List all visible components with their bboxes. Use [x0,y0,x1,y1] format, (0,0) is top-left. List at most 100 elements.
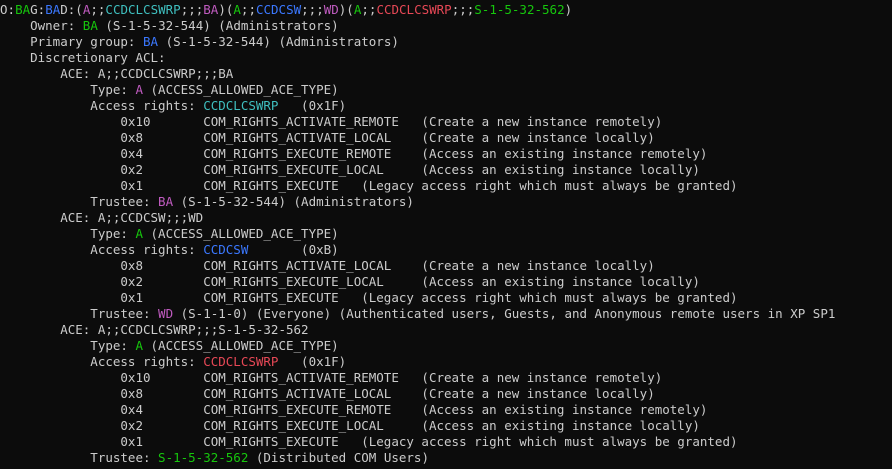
terminal-line: 0x8 COM_RIGHTS_ACTIVATE_LOCAL (Create a … [0,386,892,402]
terminal-text-segment: (ACCESS_ALLOWED_ACE_TYPE) [143,338,339,353]
terminal-output[interactable]: O:BAG:BAD:(A;;CCDCLCSWRP;;;BA)(A;;CCDCSW… [0,0,892,469]
terminal-text-segment: BA [15,2,31,17]
terminal-line: 0x1 COM_RIGHTS_EXECUTE (Legacy access ri… [0,178,892,194]
terminal-line: Type: A (ACCESS_ALLOWED_ACE_TYPE) [0,226,892,242]
terminal-text-segment: ACE: A;;CCDCSW;;;WD [0,210,204,225]
terminal-line: 0x10 COM_RIGHTS_ACTIVATE_REMOTE (Create … [0,370,892,386]
terminal-text-segment: ;;; [180,2,204,17]
terminal-text-segment: BA [143,34,159,49]
terminal-text-segment: (0x1F) [278,354,347,369]
terminal-text-segment: A [135,226,143,241]
terminal-text-segment: 0x8 COM_RIGHTS_ACTIVATE_LOCAL (Create a … [0,258,655,273]
terminal-text-segment: Access rights: [0,242,204,257]
terminal-text-segment: ;;; [451,2,475,17]
terminal-text-segment: (ACCESS_ALLOWED_ACE_TYPE) [143,82,339,97]
terminal-text-segment: Trustee: [0,194,159,209]
terminal-line: Access rights: CCDCLCSWRP (0x1F) [0,354,892,370]
terminal-text-segment: )( [218,2,234,17]
terminal-text-segment: (S-1-5-32-544) (Administrators) [173,194,414,209]
terminal-line: Access rights: CCDCSW (0xB) [0,242,892,258]
terminal-line: ACE: A;;CCDCSW;;;WD [0,210,892,226]
terminal-text-segment: CCDCSW [203,242,249,257]
terminal-text-segment: BA [158,194,174,209]
terminal-text-segment: WD [158,306,174,321]
terminal-text-segment: ;; [90,2,106,17]
terminal-text-segment: 0x1 COM_RIGHTS_EXECUTE (Legacy access ri… [0,434,738,449]
terminal-text-segment: G: [30,2,46,17]
terminal-text-segment: Discretionary ACL: [0,50,166,65]
terminal-text-segment: Type: [0,226,136,241]
terminal-line: Trustee: S-1-5-32-562 (Distributed COM U… [0,450,892,466]
terminal-text-segment: ;;; [301,2,324,17]
terminal-text-segment: A [135,338,143,353]
terminal-text-segment: Owner: [0,18,83,33]
terminal-line: 0x2 COM_RIGHTS_EXECUTE_LOCAL (Access an … [0,418,892,434]
terminal-text-segment: Type: [0,82,136,97]
terminal-text-segment: 0x4 COM_RIGHTS_EXECUTE_REMOTE (Access an… [0,146,708,161]
terminal-text-segment: S-1-5-32-562 [158,450,249,465]
terminal-line: Owner: BA (S-1-5-32-544) (Administrators… [0,18,892,34]
terminal-text-segment: 0x8 COM_RIGHTS_ACTIVATE_LOCAL (Create a … [0,130,655,145]
terminal-text-segment: (S-1-5-32-544) (Administrators) [158,34,399,49]
terminal-line: Discretionary ACL: [0,50,892,66]
terminal-line: Trustee: WD (S-1-1-0) (Everyone) (Authen… [0,306,892,322]
terminal-text-segment: BA [45,2,61,17]
terminal-text-segment: (0x1F) [278,98,347,113]
terminal-text-segment: ;; [240,2,256,17]
terminal-text-segment: (Distributed COM Users) [248,450,429,465]
terminal-text-segment: Primary group: [0,34,143,49]
terminal-text-segment: ACE: A;;CCDCLCSWRP;;;BA [0,66,234,81]
terminal-text-segment: 0x2 COM_RIGHTS_EXECUTE_LOCAL (Access an … [0,162,700,177]
terminal-text-segment: BA [203,2,219,17]
terminal-text-segment: WD [323,2,339,17]
terminal-text-segment: Type: [0,338,136,353]
terminal-text-segment: CCDCLCSWRP [105,2,181,17]
terminal-text-segment: Access rights: [0,98,204,113]
terminal-line: O:BAG:BAD:(A;;CCDCLCSWRP;;;BA)(A;;CCDCSW… [0,2,892,18]
terminal-text-segment: Access rights: [0,354,204,369]
terminal-text-segment: 0x1 COM_RIGHTS_EXECUTE (Legacy access ri… [0,290,738,305]
terminal-text-segment: ACE: A;;CCDCLCSWRP;;;S-1-5-32-562 [0,322,309,337]
terminal-text-segment: ) [564,2,573,17]
terminal-line: 0x10 COM_RIGHTS_ACTIVATE_REMOTE (Create … [0,114,892,130]
terminal-text-segment: CCDCSW [255,2,302,17]
terminal-text-segment: CCDCLCSWRP [376,2,452,17]
terminal-text-segment: CCDCLCSWRP [203,354,279,369]
terminal-text-segment: 0x2 COM_RIGHTS_EXECUTE_LOCAL (Access an … [0,274,700,289]
terminal-line: 0x8 COM_RIGHTS_ACTIVATE_LOCAL (Create a … [0,130,892,146]
terminal-line: 0x1 COM_RIGHTS_EXECUTE (Legacy access ri… [0,290,892,306]
terminal-line: ACE: A;;CCDCLCSWRP;;;S-1-5-32-562 [0,322,892,338]
terminal-text-segment: ;; [361,2,377,17]
terminal-text-segment: )( [338,2,354,17]
terminal-text-segment: (S-1-5-32-544) (Administrators) [97,18,339,33]
terminal-text-segment: D:( [60,2,83,17]
terminal-text-segment: 0x8 COM_RIGHTS_ACTIVATE_LOCAL (Create a … [0,386,655,401]
terminal-line: 0x2 COM_RIGHTS_EXECUTE_LOCAL (Access an … [0,162,892,178]
terminal-text-segment: Trustee: [0,450,159,465]
terminal-line: 0x2 COM_RIGHTS_EXECUTE_LOCAL (Access an … [0,274,892,290]
terminal-line: 0x8 COM_RIGHTS_ACTIVATE_LOCAL (Create a … [0,258,892,274]
terminal-line: 0x4 COM_RIGHTS_EXECUTE_REMOTE (Access an… [0,402,892,418]
terminal-text-segment: CCDCLCSWRP [203,98,279,113]
terminal-text-segment: S-1-5-32-562 [474,2,565,17]
terminal-text-segment: A [135,82,143,97]
terminal-line: 0x1 COM_RIGHTS_EXECUTE (Legacy access ri… [0,434,892,450]
terminal-line: Type: A (ACCESS_ALLOWED_ACE_TYPE) [0,82,892,98]
terminal-text-segment: Trustee: [0,306,159,321]
terminal-text-segment: (ACCESS_ALLOWED_ACE_TYPE) [143,226,339,241]
terminal-line: ACE: A;;CCDCLCSWRP;;;BA [0,66,892,82]
terminal-text-segment: 0x10 COM_RIGHTS_ACTIVATE_REMOTE (Create … [0,370,663,385]
terminal-line: Trustee: BA (S-1-5-32-544) (Administrato… [0,194,892,210]
terminal-line: Primary group: BA (S-1-5-32-544) (Admini… [0,34,892,50]
terminal-text-segment: 0x10 COM_RIGHTS_ACTIVATE_REMOTE (Create … [0,114,663,129]
terminal-text-segment: (0xB) [248,242,339,257]
terminal-line: 0x4 COM_RIGHTS_EXECUTE_REMOTE (Access an… [0,146,892,162]
terminal-text-segment: (S-1-1-0) (Everyone) (Authenticated user… [173,306,836,321]
terminal-text-segment: BA [82,18,98,33]
terminal-text-segment: 0x2 COM_RIGHTS_EXECUTE_LOCAL (Access an … [0,418,700,433]
terminal-line: Access rights: CCDCLCSWRP (0x1F) [0,98,892,114]
terminal-text-segment: O: [0,2,16,17]
terminal-text-segment: A [233,2,241,17]
terminal-text-segment: 0x1 COM_RIGHTS_EXECUTE (Legacy access ri… [0,178,738,193]
terminal-line: Type: A (ACCESS_ALLOWED_ACE_TYPE) [0,338,892,354]
